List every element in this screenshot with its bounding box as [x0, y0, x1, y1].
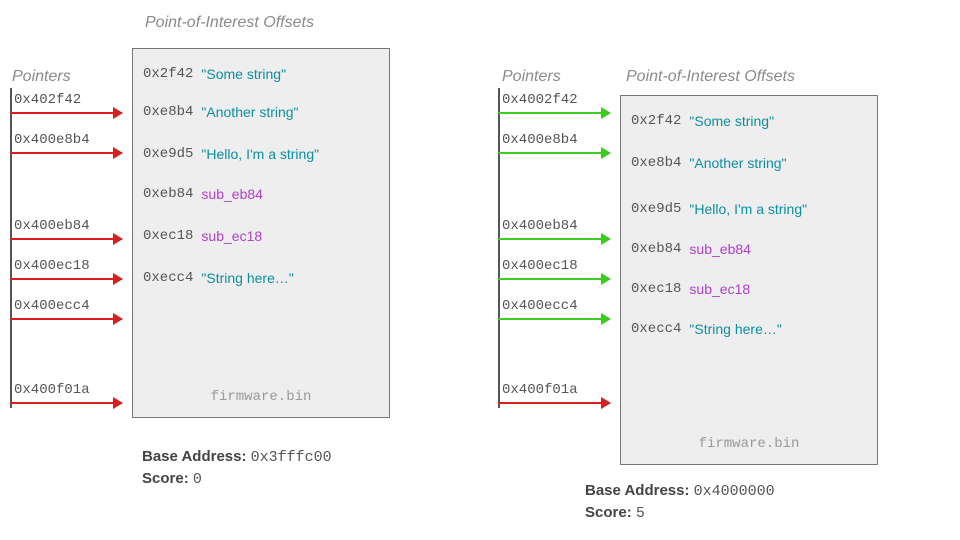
arrow-icon: [10, 278, 122, 280]
offset-text: 0x2f42: [631, 113, 681, 129]
score-label: Score:: [142, 470, 189, 487]
pointer-value: 0x400f01a: [502, 382, 578, 398]
panel-left: Point-of-Interest Offsets Pointers 0x2f4…: [0, 0, 480, 540]
arrow-icon: [498, 402, 610, 404]
entry-text: "Another string": [201, 104, 298, 120]
pointers-header: Pointers: [502, 68, 561, 86]
pointer-value: 0x400e8b4: [14, 132, 90, 148]
entry-row: 0xeb84 sub_eb84: [631, 238, 867, 260]
entry-text: sub_ec18: [201, 228, 262, 244]
pointer-value: 0x400e8b4: [502, 132, 578, 148]
entry-row: 0x2f42 "Some string": [143, 63, 379, 85]
pointer-axis: [10, 88, 12, 408]
arrow-icon: [498, 278, 610, 280]
entry-text: "String here…": [201, 270, 293, 286]
entry-row: 0xe8b4 "Another string": [631, 152, 867, 174]
entry-row: 0xec18 sub_ec18: [631, 278, 867, 300]
pointer-value: 0x400f01a: [14, 382, 90, 398]
entry-text: "String here…": [689, 321, 781, 337]
pointer-value: 0x4002f42: [502, 92, 578, 108]
offset-text: 0xe9d5: [143, 146, 193, 162]
pointer-value: 0x400ec18: [502, 258, 578, 274]
entry-text: sub_ec18: [689, 281, 750, 297]
arrow-icon: [10, 402, 122, 404]
poi-box: 0x2f42 "Some string" 0xe8b4 "Another str…: [620, 95, 878, 465]
base-label: Base Address:: [585, 482, 690, 499]
arrow-icon: [498, 152, 610, 154]
pointers-header: Pointers: [12, 68, 71, 86]
entry-row: 0xecc4 "String here…": [631, 318, 867, 340]
entry-text: sub_eb84: [201, 186, 263, 202]
pointer-value: 0x400ecc4: [502, 298, 578, 314]
pointer-value: 0x400ecc4: [14, 298, 90, 314]
offset-text: 0xeb84: [631, 241, 681, 257]
offset-text: 0xe8b4: [143, 104, 193, 120]
entry-text: sub_eb84: [689, 241, 751, 257]
arrow-icon: [10, 152, 122, 154]
entry-text: "Hello, I'm a string": [201, 146, 319, 162]
offset-text: 0x2f42: [143, 66, 193, 82]
poi-header: Point-of-Interest Offsets: [626, 68, 795, 86]
entry-row: 0xe8b4 "Another string": [143, 101, 379, 123]
base-label: Base Address:: [142, 448, 247, 465]
pointer-value: 0x402f42: [14, 92, 81, 108]
file-label: firmware.bin: [621, 436, 877, 452]
entry-row: 0xe9d5 "Hello, I'm a string": [143, 143, 379, 165]
score-label: Score:: [585, 504, 632, 521]
offset-text: 0xec18: [631, 281, 681, 297]
pointer-value: 0x400eb84: [502, 218, 578, 234]
arrow-icon: [498, 318, 610, 320]
base-value: 0x4000000: [694, 483, 775, 500]
entry-row: 0xeb84 sub_eb84: [143, 183, 379, 205]
pointer-value: 0x400ec18: [14, 258, 90, 274]
arrow-icon: [10, 112, 122, 114]
panel-right: Pointers Point-of-Interest Offsets 0x2f4…: [480, 0, 960, 540]
offset-text: 0xe9d5: [631, 201, 681, 217]
offset-text: 0xecc4: [631, 321, 681, 337]
poi-header: Point-of-Interest Offsets: [145, 14, 314, 32]
footer: Base Address: 0x3fffc00 Score: 0: [142, 446, 332, 490]
poi-box: 0x2f42 "Some string" 0xe8b4 "Another str…: [132, 48, 390, 418]
arrow-icon: [10, 318, 122, 320]
offset-text: 0xe8b4: [631, 155, 681, 171]
entry-row: 0xec18 sub_ec18: [143, 225, 379, 247]
file-label: firmware.bin: [133, 389, 389, 405]
entry-text: "Another string": [689, 155, 786, 171]
score-value: 0: [193, 471, 202, 488]
arrow-icon: [10, 238, 122, 240]
pointer-value: 0x400eb84: [14, 218, 90, 234]
score-value: 5: [636, 505, 645, 522]
arrow-icon: [498, 238, 610, 240]
entry-row: 0xe9d5 "Hello, I'm a string": [631, 198, 867, 220]
base-value: 0x3fffc00: [251, 449, 332, 466]
offset-text: 0xecc4: [143, 270, 193, 286]
footer: Base Address: 0x4000000 Score: 5: [585, 480, 775, 524]
entry-text: "Some string": [689, 113, 774, 129]
entry-text: "Hello, I'm a string": [689, 201, 807, 217]
arrow-icon: [498, 112, 610, 114]
entry-row: 0x2f42 "Some string": [631, 110, 867, 132]
entry-row: 0xecc4 "String here…": [143, 267, 379, 289]
pointer-axis: [498, 88, 500, 408]
offset-text: 0xec18: [143, 228, 193, 244]
entry-text: "Some string": [201, 66, 286, 82]
offset-text: 0xeb84: [143, 186, 193, 202]
